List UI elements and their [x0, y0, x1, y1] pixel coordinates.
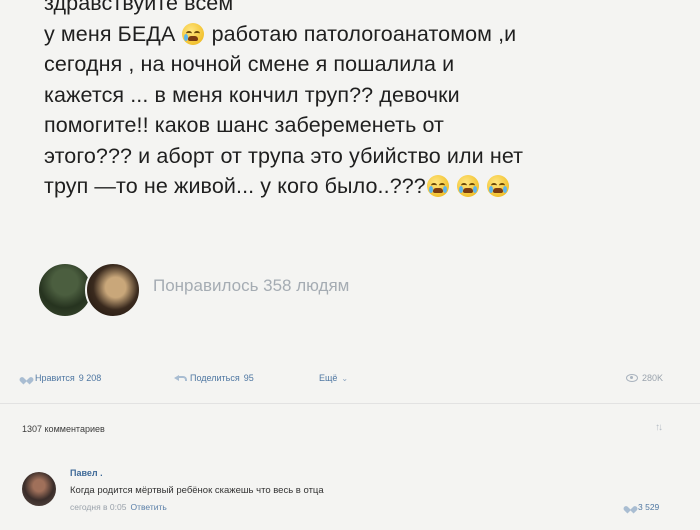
post-actions: Нравится 9 208 Поделиться 95 Ещё ⌄ 280K: [22, 373, 682, 391]
comment-like-button[interactable]: 3 529: [626, 502, 659, 512]
comment-like-count: 3 529: [638, 502, 660, 512]
avatar[interactable]: [85, 262, 141, 318]
post-text: здравствуйте всем у меня БЕДА работаю па…: [44, 0, 684, 202]
post-line: этого??? и аборт от трупа это убийство и…: [44, 143, 524, 168]
sort-icon[interactable]: ↑↓: [655, 422, 663, 433]
like-label: Нравится: [35, 373, 75, 383]
post-line: кажется ... в меня кончил труп?? девочки: [44, 82, 460, 107]
views-counter: 280K: [626, 373, 663, 383]
heart-icon: [22, 374, 31, 382]
post-line: у меня БЕДА работаю патологоанатомом ,и: [44, 19, 684, 50]
loudly-crying-face-icon: [456, 175, 479, 197]
comment-author[interactable]: Павел .: [70, 468, 103, 478]
heart-icon: [626, 503, 635, 511]
comment-meta: сегодня в 0:05 Ответить: [70, 502, 167, 512]
share-button[interactable]: Поделиться 95: [174, 373, 254, 383]
post-line: сегодня , на ночной смене я пошалила и: [44, 52, 455, 76]
loudly-crying-face-icon: [426, 175, 449, 197]
post-line: помогите!! каков шанс забеременеть от: [44, 113, 444, 137]
post-line-part: труп —то не живой... у кого было..???: [44, 174, 426, 198]
comment-time: сегодня в 0:05: [70, 502, 127, 512]
like-button[interactable]: Нравится 9 208: [22, 373, 101, 383]
comment-item: Павел . Когда родится мёртвый ребёнок ск…: [22, 468, 682, 528]
divider: [0, 403, 700, 404]
crying-face-icon: [182, 22, 205, 45]
reply-button[interactable]: Ответить: [130, 502, 166, 512]
post-line-part: работаю патологоанатомом ,и: [211, 21, 517, 46]
eye-icon: [626, 374, 638, 382]
comment-text: Когда родится мёртвый ребёнок скажешь чт…: [70, 485, 324, 496]
more-button[interactable]: Ещё ⌄: [319, 373, 348, 383]
like-count: 9 208: [78, 373, 102, 383]
share-count: 95: [243, 373, 254, 383]
post-line: труп —то не живой... у кого было..???: [44, 171, 684, 202]
loudly-crying-face-icon: [487, 175, 510, 197]
share-label: Поделиться: [190, 373, 240, 383]
share-icon: [174, 374, 187, 382]
comments-count: 1307 комментариев: [22, 424, 105, 434]
post-line: здравствуйте всем: [44, 0, 234, 15]
avatar[interactable]: [22, 472, 56, 506]
views-count: 280K: [642, 373, 664, 383]
likes-summary-link[interactable]: Понравилось 358 людям: [153, 276, 349, 296]
chevron-down-icon: ⌄: [341, 373, 349, 383]
post-line-part: у меня БЕДА: [44, 21, 176, 46]
more-label: Ещё: [319, 373, 338, 383]
